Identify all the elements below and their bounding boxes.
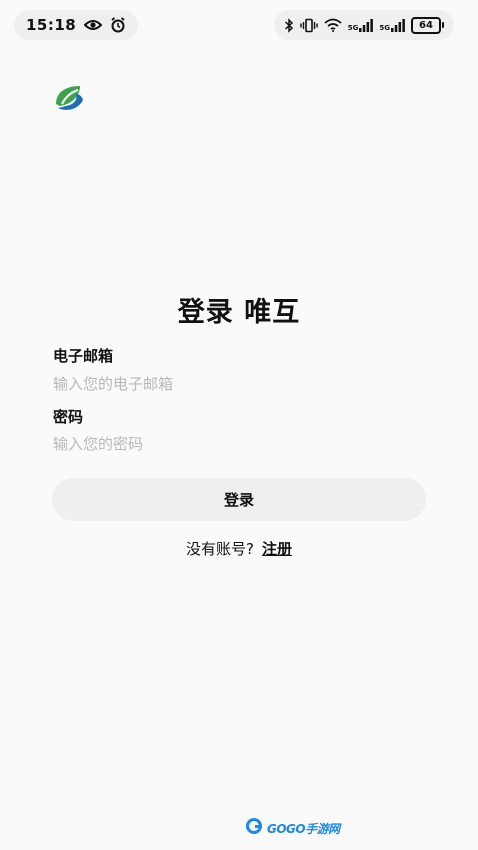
signal-2: 5G [379,18,405,32]
signal-1: 5G [347,18,374,32]
network-type-label: 5G [347,23,359,32]
register-link[interactable]: 注册 [262,540,292,558]
wifi-icon [324,18,342,32]
page-title: 登录 唯互 [177,297,301,328]
watermark-text: GOGO手游网 [267,821,340,836]
eye-icon [84,19,103,31]
watermark-logo: GOGO手游网 [246,818,340,838]
battery-level: 64 [411,16,441,34]
no-account-text: 没有账号? [186,540,254,558]
status-bar-right: 5G 5G 64 [273,10,454,40]
email-label: 电子邮箱 [53,347,114,365]
register-row: 没有账号? 注册 [0,538,478,559]
status-time: 15:18 [26,16,77,34]
password-label: 密码 [53,408,84,426]
watermark-icon [246,818,264,838]
password-field[interactable] [53,432,425,456]
battery-icon: 64 [411,16,444,34]
vibrate-icon [300,18,318,33]
bluetooth-icon [284,17,294,33]
leaf-logo-icon [52,82,86,114]
signal-icon [359,18,374,32]
login-button[interactable]: 登录 [52,478,426,521]
status-bar-left: 15:18 [14,10,139,40]
alarm-icon [110,17,126,33]
signal-icon [391,18,405,32]
email-field[interactable] [53,372,425,396]
status-bar: 15:18 5G 5G 64 [0,0,478,48]
network-type-label: 5G [379,23,390,32]
